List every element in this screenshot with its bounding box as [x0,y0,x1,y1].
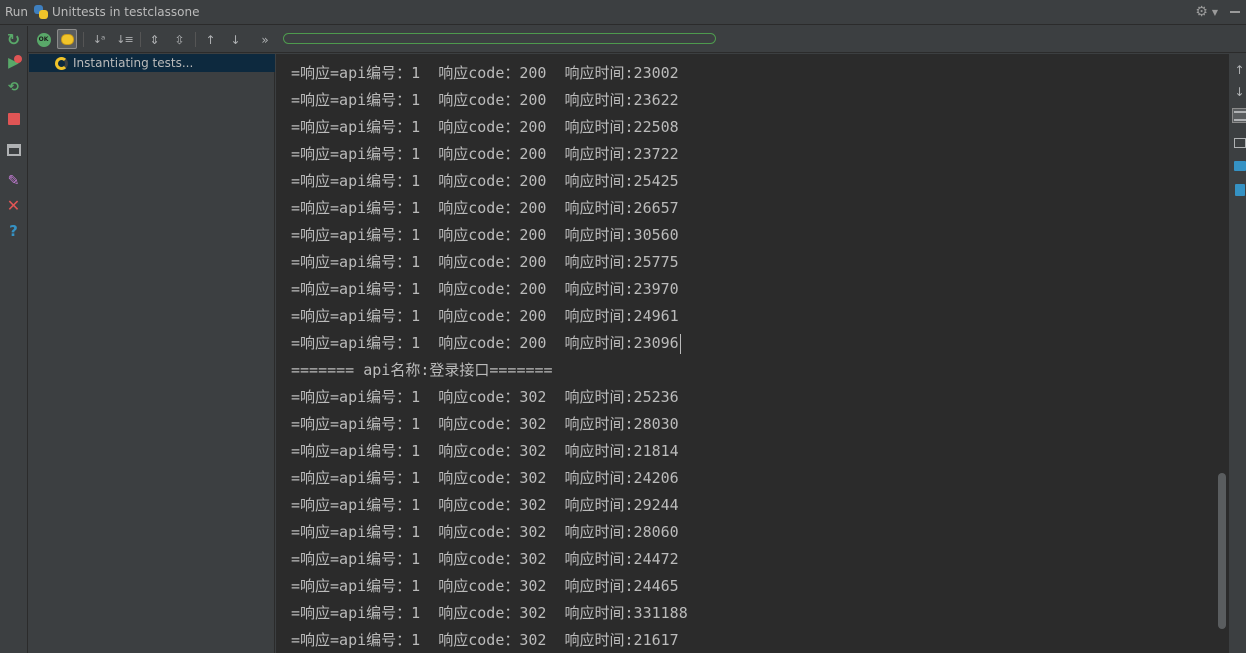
console-line: ======= api名称:登录接口======= [291,361,553,379]
scroll-to-end-button[interactable] [1232,135,1246,150]
console-line: =响应=api编号：1 响应code：302 响应时间:21617 [291,631,679,649]
show-ignored-button[interactable] [57,29,77,49]
toggle-auto-test-icon: ⟲ [8,80,19,95]
run-configuration-name[interactable]: Unittests in testclassone [52,5,199,19]
expand-all-button[interactable]: ⇕ [146,31,163,48]
console-line: =响应=api编号：1 响应code：200 响应时间:24961 [291,307,679,325]
console-line: =响应=api编号：1 响应code：200 响应时间:22508 [291,118,679,136]
console-line: =响应=api编号：1 响应code：302 响应时间:29244 [291,496,679,514]
collapse-all-button[interactable]: ⇳ [171,31,188,48]
toggle-auto-test-button[interactable]: ⟲ [5,79,22,96]
more-button[interactable]: » [258,31,272,48]
console-line: =响应=api编号：1 响应code：302 响应时间:28030 [291,415,679,433]
collapse-all-icon: ⇳ [174,32,185,47]
print-icon [1233,160,1246,171]
previous-failed-icon: ↑ [205,32,216,47]
test-tree-item[interactable]: Instantiating tests... [29,54,275,72]
stop-button[interactable] [5,110,22,127]
gear-icon[interactable]: ⚙ [1195,4,1208,20]
soft-wrap-icon [1233,110,1246,121]
left-toolbar: ↻ ▶ ⟲ ✎ ✕ ? [0,26,28,653]
console-line: =响应=api编号：1 响应code：200 响应时间:23622 [291,91,679,109]
show-passed-button[interactable]: OK [35,31,52,48]
test-runner-toolbar: OK ↓ᵃ ↓≡ ⇕ ⇳ ↑ ↓ » [28,26,1246,53]
pin-tab-icon: ✎ [7,172,20,189]
next-failed-button[interactable]: ↓ [227,31,244,48]
test-tree-panel: Instantiating tests... [29,54,275,653]
console-line: =响应=api编号：1 响应code：302 响应时间:24206 [291,469,679,487]
text-caret [680,334,681,354]
rerun-icon: ↻ [6,30,21,49]
next-failed-icon: ↓ [230,32,241,47]
run-label: Run [5,5,29,19]
console-scrollbar-thumb[interactable] [1218,473,1226,629]
console-line: =响应=api编号：1 响应code：302 响应时间:331188 [291,604,688,622]
python-icon [34,5,49,19]
help-icon: ? [9,221,18,240]
previous-failed-button[interactable]: ↑ [202,31,219,48]
rerun-failed-button[interactable]: ▶ [5,54,22,71]
sort-by-duration-icon: ↓≡ [116,33,133,46]
show-passed-icon: OK [36,32,51,47]
run-tool-window-header: Run Unittests in testclassone ⚙ ▼ [0,0,1246,25]
console-output[interactable]: =响应=api编号：1 响应code：200 响应时间:23002 =响应=api… [276,54,1216,653]
console-line: =响应=api编号：1 响应code：200 响应时间:26657 [291,199,679,217]
up-arrow-icon: ↑ [1234,62,1245,77]
chevron-down-icon[interactable]: ▼ [1212,8,1218,17]
console-line: =响应=api编号：1 响应code：200 响应时间:25425 [291,172,679,190]
down-arrow-icon: ↓ [1234,84,1245,99]
restore-layout-button[interactable] [5,141,22,158]
sort-alphabetically-button[interactable]: ↓ᵃ [90,31,107,48]
console-toolbar: ↑ ↓ [1228,54,1246,653]
help-button[interactable]: ? [5,221,22,240]
down-arrow-button[interactable]: ↓ [1232,84,1246,99]
stop-icon [7,112,20,125]
sort-alphabetically-icon: ↓ᵃ [92,33,105,46]
print-button[interactable] [1232,158,1246,173]
rerun-button[interactable]: ↻ [5,30,22,49]
show-ignored-icon [60,33,74,45]
expand-all-icon: ⇕ [149,32,160,47]
pin-tab-button[interactable]: ✎ [5,172,22,189]
console-line: =响应=api编号：1 响应code：200 响应时间:23970 [291,280,679,298]
close-button[interactable]: ✕ [5,196,22,215]
console-line: =响应=api编号：1 响应code：200 响应时间:23722 [291,145,679,163]
test-tree-item-label: Instantiating tests... [73,56,194,70]
up-arrow-button[interactable]: ↑ [1232,62,1246,77]
console-line: =响应=api编号：1 响应code：302 响应时间:21814 [291,442,679,460]
console-line: =响应=api编号：1 响应code：200 响应时间:23002 [291,64,679,82]
sort-by-duration-button[interactable]: ↓≡ [116,31,133,48]
test-progress-bar [283,33,716,44]
soft-wrap-button[interactable] [1232,108,1246,123]
console-line: =响应=api编号：1 响应code：200 响应时间:30560 [291,226,679,244]
console-line: =响应=api编号：1 响应code：200 响应时间:25775 [291,253,679,271]
close-icon: ✕ [6,196,21,215]
restore-layout-icon [6,143,21,156]
more-icon: » [261,32,269,47]
spinner-icon [55,56,68,70]
minimize-icon[interactable] [1230,11,1240,13]
clear-all-button[interactable] [1232,182,1246,197]
console-line: =响应=api编号：1 响应code：302 响应时间:24465 [291,577,679,595]
console-line: =响应=api编号：1 响应code：302 响应时间:25236 [291,388,679,406]
console-line: =响应=api编号：1 响应code：302 响应时间:28060 [291,523,679,541]
scroll-to-end-icon [1233,137,1246,148]
console-scrollbar[interactable] [1216,54,1228,653]
clear-all-icon [1234,183,1245,196]
console-line: =响应=api编号：1 响应code：200 响应时间:23096 [291,334,679,352]
console-line: =响应=api编号：1 响应code：302 响应时间:24472 [291,550,679,568]
